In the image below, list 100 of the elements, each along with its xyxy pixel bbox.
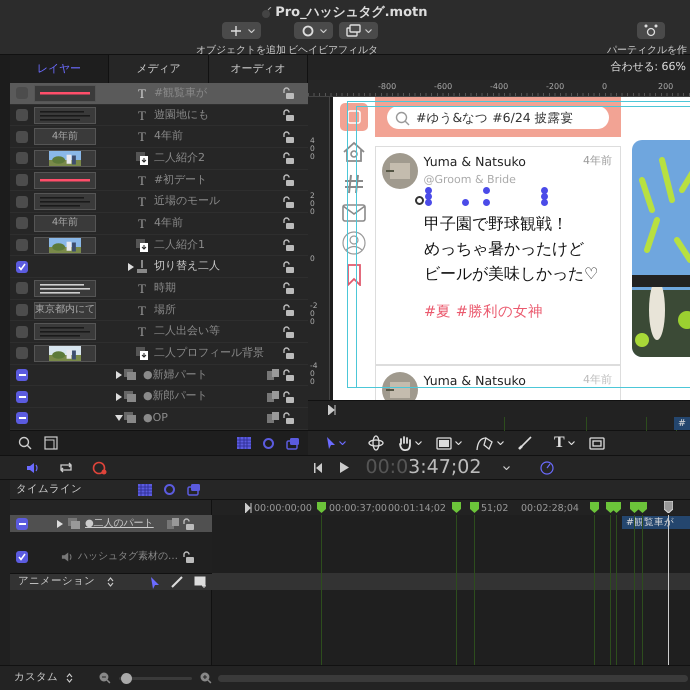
behavior-button[interactable] [294, 22, 332, 39]
lock-icon[interactable] [282, 369, 294, 382]
text-tool[interactable]: T [554, 435, 575, 451]
panel-tab[interactable]: オーディオ [208, 55, 308, 83]
track-header[interactable]: ハッシュタグ素材の… [10, 540, 212, 573]
lock-icon[interactable] [282, 196, 294, 208]
bookmark-icon[interactable] [346, 264, 362, 286]
layer-checkbox[interactable] [16, 326, 28, 338]
layout-icon[interactable] [44, 436, 58, 450]
pointer-icon[interactable] [150, 576, 160, 588]
lock-icon[interactable] [282, 174, 294, 186]
layer-checkbox[interactable] [16, 174, 28, 186]
add-button[interactable] [222, 22, 260, 39]
playhead-icon[interactable] [664, 501, 673, 513]
disclosure-triangle-icon[interactable] [115, 414, 123, 422]
select-tool[interactable] [326, 436, 346, 450]
checker-icon[interactable] [237, 437, 251, 449]
timeline-clip[interactable]: # [674, 417, 690, 430]
lock-icon[interactable] [282, 260, 294, 273]
layers-icon[interactable] [286, 436, 300, 450]
transform-tool[interactable] [368, 435, 384, 451]
animation-menu[interactable]: アニメーション [18, 574, 95, 590]
mail-icon[interactable] [342, 204, 366, 222]
lock-icon[interactable] [182, 518, 194, 530]
layer-row[interactable]: 4年前 T 4年前 [10, 126, 308, 148]
zoom-menu[interactable]: 合わせる: 66% [610, 59, 686, 76]
layer-row[interactable]: T 二人出会い等 [10, 321, 308, 344]
lock-icon[interactable] [282, 412, 294, 424]
lock-icon[interactable] [282, 282, 294, 294]
layer-checkbox[interactable] [16, 239, 28, 252]
layer-checkbox[interactable] [16, 130, 28, 143]
hashtag-icon[interactable] [343, 173, 365, 195]
layer-row[interactable]: T 遊園地にも [10, 104, 308, 126]
marker-icon[interactable] [612, 502, 621, 513]
slider-thumb[interactable] [121, 672, 132, 684]
layer-row[interactable]: T 時期 [10, 278, 308, 300]
lock-icon[interactable] [282, 390, 294, 403]
updown-icon[interactable] [66, 673, 73, 683]
zoom-in-icon[interactable] [200, 672, 212, 684]
layer-checkbox[interactable] [16, 347, 28, 360]
layer-checkbox[interactable] [16, 390, 28, 403]
keyframe-box-icon[interactable] [194, 576, 206, 588]
layer-row[interactable]: ●OP [10, 408, 308, 430]
search-icon[interactable] [18, 436, 32, 450]
panel-tab[interactable]: メディア [109, 55, 209, 83]
hand-tool[interactable] [398, 435, 422, 451]
volume-icon[interactable] [26, 462, 40, 474]
timer-icon[interactable] [540, 460, 554, 474]
layer-row[interactable]: T #初デート [10, 170, 308, 192]
disclosure-triangle-icon[interactable] [115, 371, 123, 380]
layer-checkbox[interactable] [16, 369, 28, 382]
speaker-icon[interactable] [61, 550, 74, 562]
filter-button[interactable] [338, 22, 378, 39]
layer-checkbox[interactable] [16, 282, 28, 294]
preset-menu[interactable]: カスタム [14, 670, 58, 686]
lock-icon[interactable] [282, 109, 294, 121]
layer-row[interactable]: ●新婦パート [10, 364, 308, 386]
marker-icon[interactable] [638, 502, 647, 513]
lock-icon[interactable] [282, 326, 294, 338]
shape-tool[interactable] [436, 436, 462, 450]
track-checkbox[interactable] [16, 518, 28, 530]
mask-tool[interactable] [588, 436, 605, 450]
layer-checkbox[interactable] [16, 152, 28, 164]
search-field[interactable]: #ゆう&なつ #6/24 披露宴 [387, 106, 609, 128]
home-icon[interactable] [342, 140, 366, 164]
layers-icon[interactable] [187, 483, 201, 496]
playhead-start-icon[interactable] [245, 503, 252, 513]
playhead-start-icon[interactable] [328, 405, 336, 415]
marker-icon[interactable] [317, 502, 326, 513]
brush-tool[interactable] [518, 436, 532, 450]
lock-icon[interactable] [282, 304, 294, 316]
layer-checkbox[interactable] [16, 109, 28, 121]
track-header[interactable]: ●二人のパート [10, 515, 212, 532]
gear-icon[interactable] [163, 483, 176, 496]
record-icon[interactable] [92, 460, 108, 476]
play-icon[interactable] [340, 462, 349, 473]
particle-button[interactable] [637, 22, 665, 39]
disclosure-triangle-icon[interactable] [127, 262, 135, 271]
layer-checkbox[interactable] [16, 304, 28, 316]
marker-icon[interactable] [590, 502, 599, 513]
layer-row[interactable]: T 近場のモール [10, 191, 308, 214]
pencil-icon[interactable] [170, 576, 182, 588]
marker-icon[interactable] [452, 502, 461, 513]
gear-icon[interactable] [262, 436, 275, 450]
layer-row[interactable]: 東京都内にて T 場所 [10, 300, 308, 322]
disclosure-triangle-icon[interactable] [56, 520, 64, 528]
transform-handle[interactable] [462, 199, 469, 206]
marker-icon[interactable] [630, 502, 639, 513]
lock-icon[interactable] [282, 152, 294, 164]
layer-checkbox[interactable] [16, 412, 28, 424]
track-checkbox[interactable] [16, 550, 28, 562]
lock-icon[interactable] [282, 217, 294, 230]
layer-checkbox[interactable] [16, 196, 28, 208]
disclosure-triangle-icon[interactable] [115, 392, 123, 401]
loop-icon[interactable] [58, 461, 74, 474]
previous-icon[interactable] [314, 462, 322, 472]
lock-icon[interactable] [282, 130, 294, 143]
anchor-point[interactable] [415, 196, 424, 205]
layer-row[interactable]: 二人紹介2 [10, 148, 308, 170]
layer-row[interactable]: 二人プロフィール背景 [10, 343, 308, 365]
